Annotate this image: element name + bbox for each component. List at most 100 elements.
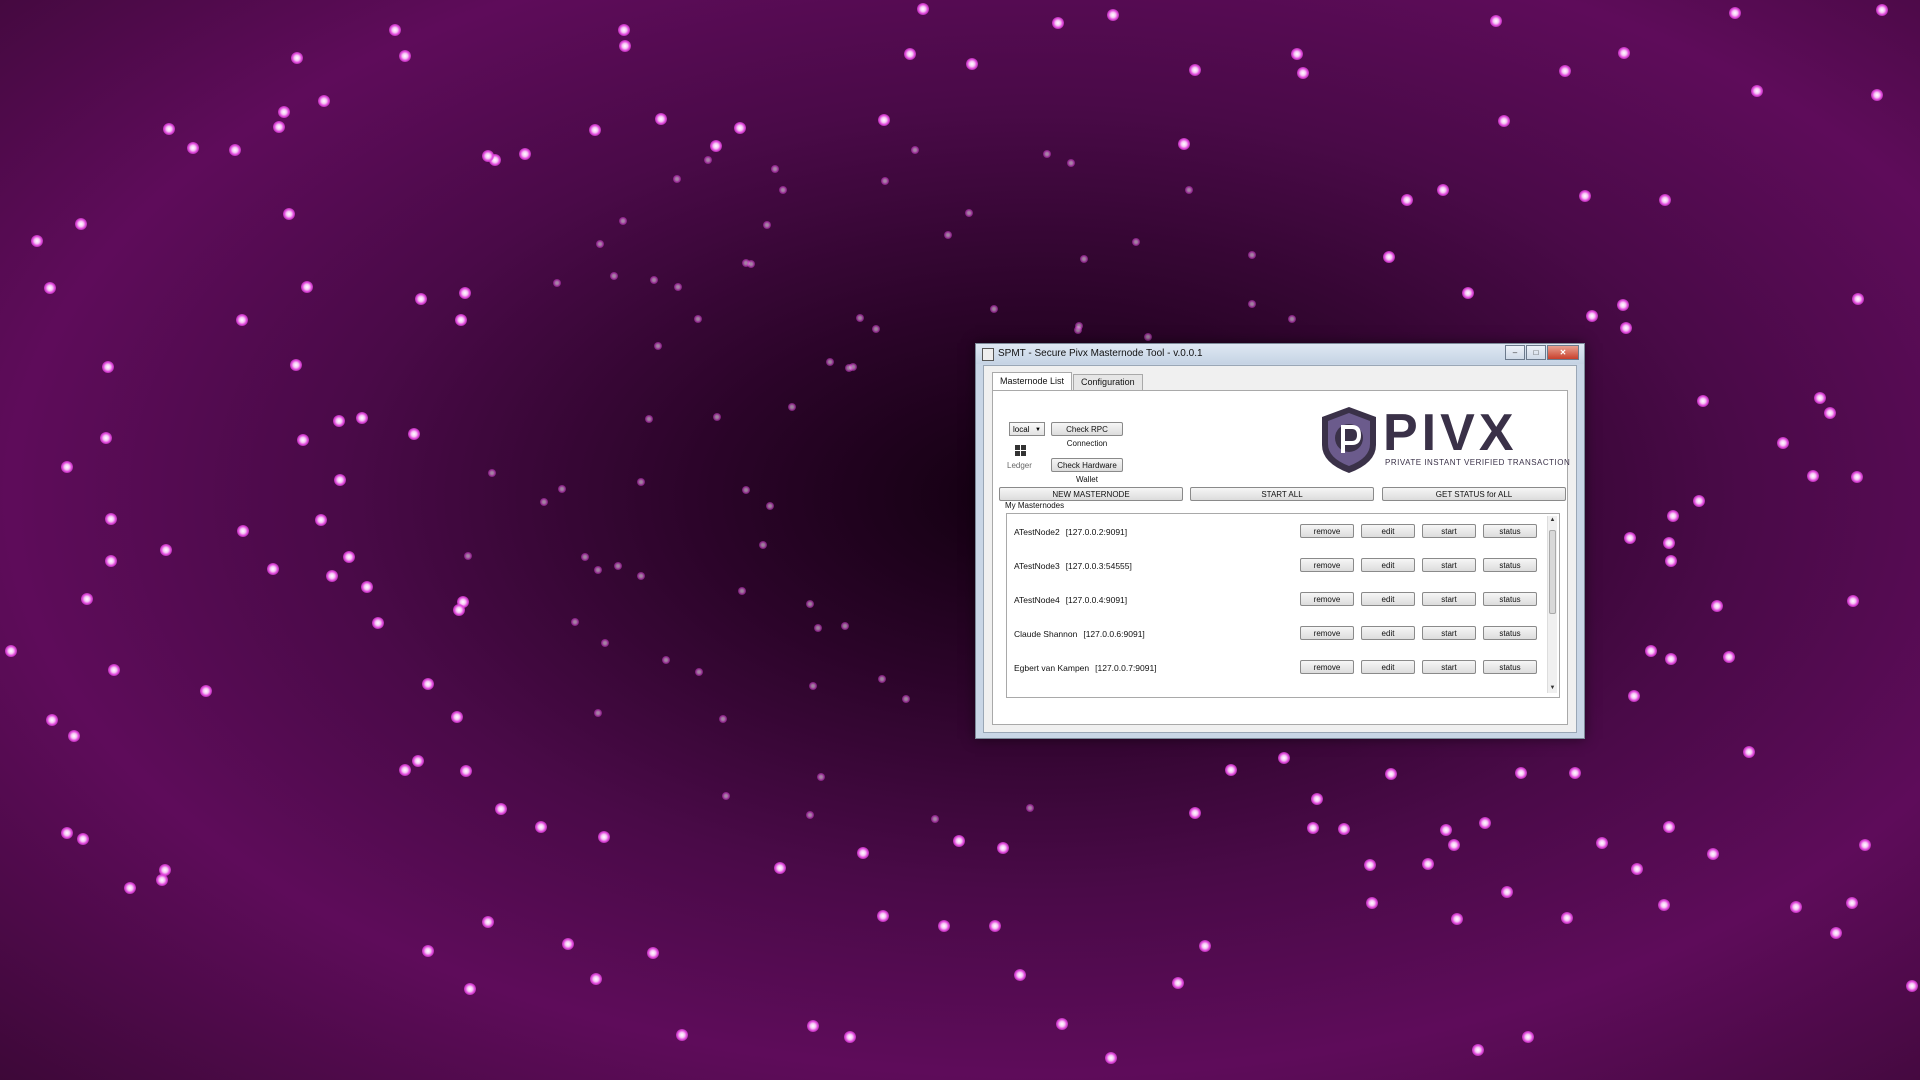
background-dot xyxy=(1663,821,1675,833)
background-dot xyxy=(482,150,494,162)
background-dot xyxy=(809,682,817,690)
check-rpc-button[interactable]: Check RPC Connection xyxy=(1051,422,1123,448)
background-dot xyxy=(5,645,17,657)
background-dot xyxy=(124,882,136,894)
background-dot xyxy=(408,428,420,440)
background-dot xyxy=(558,485,566,493)
background-dot xyxy=(1631,863,1643,875)
background-dot xyxy=(845,364,853,372)
background-dot xyxy=(1569,767,1581,779)
masternode-name: ATestNode4 [127.0.0.4:9091] xyxy=(1014,595,1127,605)
background-dot xyxy=(965,209,973,217)
start-all-button[interactable]: START ALL xyxy=(1190,487,1374,501)
new-masternode-button[interactable]: NEW MASTERNODE xyxy=(999,487,1183,501)
edit-masternode-button[interactable]: edit xyxy=(1361,558,1415,572)
masternode-alias: ATestNode4 xyxy=(1014,595,1060,605)
masternode-address: [127.0.0.3:54555] xyxy=(1065,561,1132,571)
background-dot xyxy=(1248,300,1256,308)
remove-masternode-button[interactable]: remove xyxy=(1300,524,1354,538)
background-dot xyxy=(187,142,199,154)
scroll-up-icon[interactable]: ▲ xyxy=(1548,516,1557,525)
status-masternode-button[interactable]: status xyxy=(1483,524,1537,538)
background-dot xyxy=(931,815,939,823)
masternode-list[interactable]: ATestNode2 [127.0.0.2:9091] remove edit star… xyxy=(1006,513,1560,698)
background-dot xyxy=(464,983,476,995)
list-scrollbar[interactable]: ▲ ▼ xyxy=(1547,516,1557,693)
get-status-all-button[interactable]: GET STATUS for ALL xyxy=(1382,487,1566,501)
edit-masternode-button[interactable]: edit xyxy=(1361,626,1415,640)
edit-masternode-button[interactable]: edit xyxy=(1361,660,1415,674)
background-dot xyxy=(589,124,601,136)
background-dot xyxy=(455,314,467,326)
masternode-address: [127.0.0.2:9091] xyxy=(1065,527,1128,537)
background-dot xyxy=(878,675,886,683)
status-masternode-button[interactable]: status xyxy=(1483,626,1537,640)
start-masternode-button[interactable]: start xyxy=(1422,626,1476,640)
tab-configuration[interactable]: Configuration xyxy=(1073,374,1143,390)
background-dot xyxy=(451,711,463,723)
background-dot xyxy=(1052,17,1064,29)
remove-masternode-button[interactable]: remove xyxy=(1300,626,1354,640)
rpc-server-select[interactable]: local ▼ xyxy=(1009,422,1045,436)
tab-bar: Masternode List Configuration xyxy=(992,372,1144,390)
background-dot xyxy=(1248,251,1256,259)
pivx-wordmark: PIVX xyxy=(1383,404,1518,462)
background-dot xyxy=(1105,1052,1117,1064)
background-dot xyxy=(1824,407,1836,419)
background-dot xyxy=(1479,817,1491,829)
background-dot xyxy=(662,656,670,664)
status-masternode-button[interactable]: status xyxy=(1483,558,1537,572)
scroll-thumb[interactable] xyxy=(1549,530,1556,614)
background-dot xyxy=(160,544,172,556)
background-dot xyxy=(1422,858,1434,870)
background-dot xyxy=(1751,85,1763,97)
status-masternode-button[interactable]: status xyxy=(1483,592,1537,606)
status-masternode-button[interactable]: status xyxy=(1483,660,1537,674)
background-dot xyxy=(619,217,627,225)
background-dot xyxy=(1807,470,1819,482)
background-dot xyxy=(722,792,730,800)
background-dot xyxy=(654,342,662,350)
masternode-alias: Egbert van Kampen xyxy=(1014,663,1090,673)
pivx-logo-icon xyxy=(1322,407,1376,473)
maximize-button[interactable]: □ xyxy=(1526,345,1546,360)
background-dot xyxy=(318,95,330,107)
title-bar[interactable]: SPMT - Secure Pivx Masternode Tool - v.0… xyxy=(976,344,1584,364)
start-masternode-button[interactable]: start xyxy=(1422,524,1476,538)
background-dot xyxy=(1645,645,1657,657)
background-dot xyxy=(46,714,58,726)
tab-masternode-list[interactable]: Masternode List xyxy=(992,372,1073,390)
remove-masternode-button[interactable]: remove xyxy=(1300,558,1354,572)
background-dot xyxy=(1851,471,1863,483)
edit-masternode-button[interactable]: edit xyxy=(1361,592,1415,606)
scroll-down-icon[interactable]: ▼ xyxy=(1548,684,1557,693)
edit-masternode-button[interactable]: edit xyxy=(1361,524,1415,538)
start-masternode-button[interactable]: start xyxy=(1422,558,1476,572)
background-dot xyxy=(1729,7,1741,19)
background-dot xyxy=(488,469,496,477)
background-dot xyxy=(1501,886,1513,898)
masternode-name: Egbert van Kampen [127.0.0.7:9091] xyxy=(1014,663,1157,673)
masternode-row: Claude Shannon [127.0.0.6:9091] remove edit… xyxy=(1007,624,1547,644)
start-masternode-button[interactable]: start xyxy=(1422,660,1476,674)
masternode-name: Claude Shannon [127.0.0.6:9091] xyxy=(1014,629,1145,639)
background-dot xyxy=(44,282,56,294)
background-dot xyxy=(100,432,112,444)
remove-masternode-button[interactable]: remove xyxy=(1300,660,1354,674)
close-button[interactable]: ✕ xyxy=(1547,345,1579,360)
background-dot xyxy=(1515,767,1527,779)
background-dot xyxy=(163,123,175,135)
background-dot xyxy=(614,562,622,570)
start-masternode-button[interactable]: start xyxy=(1422,592,1476,606)
remove-masternode-button[interactable]: remove xyxy=(1300,592,1354,606)
spmt-window: SPMT - Secure Pivx Masternode Tool - v.0… xyxy=(975,343,1585,739)
background-dot xyxy=(278,106,290,118)
minimize-button[interactable]: – xyxy=(1505,345,1525,360)
my-masternodes-label: My Masternodes xyxy=(1005,501,1065,510)
background-dot xyxy=(1075,322,1083,330)
background-dot xyxy=(399,764,411,776)
check-hardware-wallet-button[interactable]: Check Hardware Wallet xyxy=(1051,458,1123,484)
background-dot xyxy=(1658,899,1670,911)
background-dot xyxy=(1338,823,1350,835)
background-dot xyxy=(1667,510,1679,522)
